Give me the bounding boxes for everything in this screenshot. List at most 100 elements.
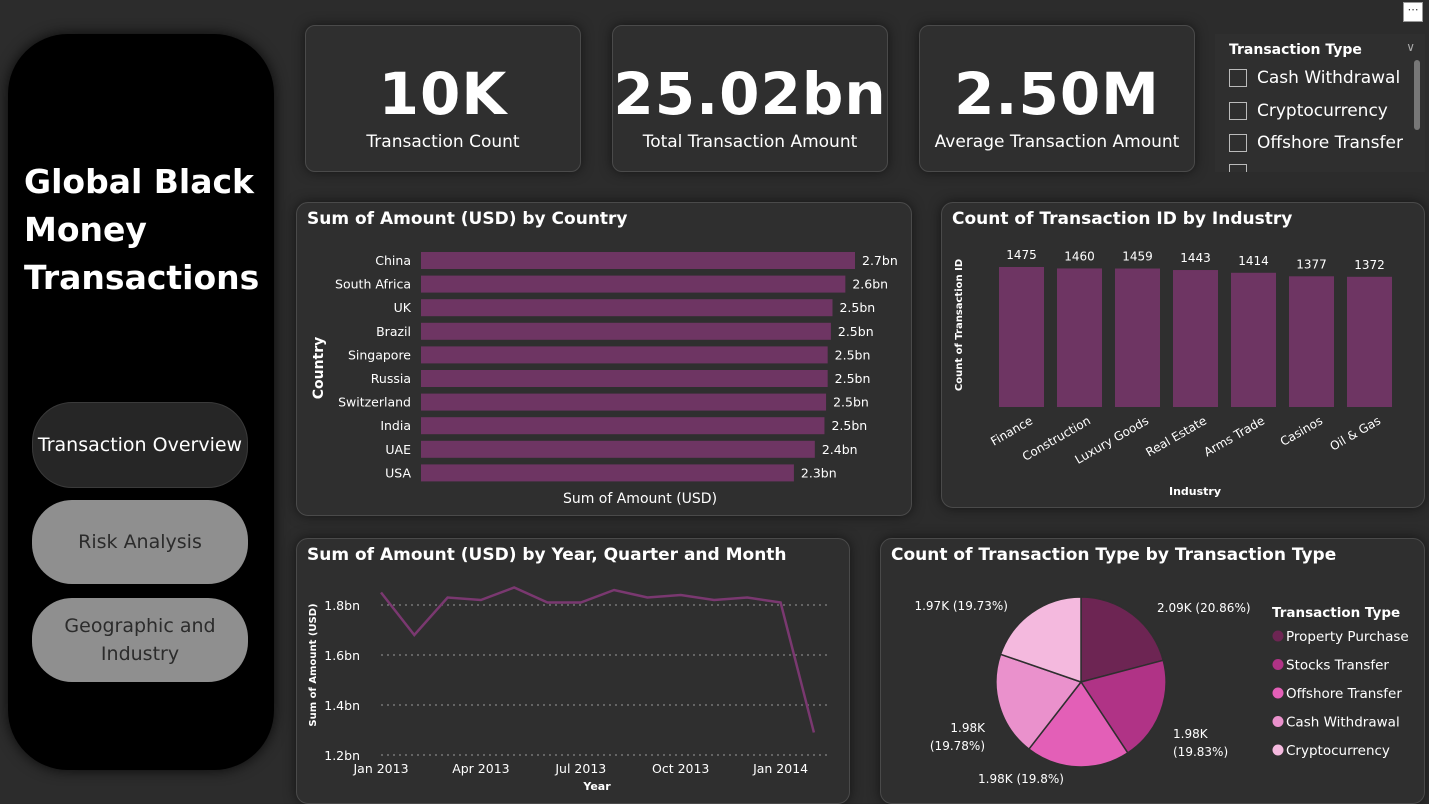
x-tick-label: Real Estate [1143, 413, 1209, 459]
y-tick-label: Singapore [348, 347, 411, 362]
legend-title: Transaction Type [1272, 605, 1400, 621]
country-bar-chart: China 2.7bn South Africa 2.6bn UK 2.5bn Brazil… [311, 252, 898, 507]
bar [999, 267, 1044, 407]
bar [1231, 272, 1276, 407]
bar [421, 252, 855, 269]
sidebar: Global Black Money Transactions Transact… [8, 34, 274, 770]
checkbox[interactable] [1229, 134, 1247, 152]
x-axis-label: Year [582, 780, 611, 793]
data-label: 1475 [1006, 248, 1037, 262]
slicer-item-label: Offshore Transfer [1257, 133, 1403, 153]
data-label: 2.5bn [835, 347, 871, 362]
y-axis-label: Count of Transaction ID [954, 259, 965, 391]
y-tick-label: 1.4bn [324, 698, 360, 713]
industry-column-chart: 1475Finance1460Construction1459Luxury Go… [954, 248, 1392, 498]
checkbox[interactable] [1229, 69, 1247, 87]
transaction-type-pie-chart-panel: Count of Transaction Type by Transaction… [880, 538, 1425, 804]
data-label: 2.4bn [822, 442, 858, 457]
bar [421, 393, 827, 411]
kpi-card-transaction-count: 10K Transaction Count [305, 25, 581, 172]
checkbox[interactable] [1229, 164, 1247, 172]
bar [421, 417, 825, 435]
kpi-value: 2.50M [954, 60, 1160, 128]
y-tick-label: USA [385, 465, 411, 480]
data-label: 1.98K (19.8%) [978, 772, 1064, 786]
bar [421, 370, 828, 387]
data-label: 1.97K (19.73%) [914, 599, 1008, 613]
legend-label: Cash Withdrawal [1286, 715, 1400, 731]
slicer-item-cash-withdrawal[interactable]: Cash Withdrawal [1229, 68, 1400, 88]
legend-label: Cryptocurrency [1286, 743, 1390, 759]
bar [421, 440, 815, 458]
data-label: 2.7bn [862, 253, 898, 268]
kpi-label: Total Transaction Amount [642, 132, 858, 152]
amount-trend-line-chart: 1.2bn1.4bn1.6bn1.8bnJan 2013 Apr 2013 Jul … [308, 586, 827, 793]
slicer-item-label: Cryptocurrency [1257, 101, 1388, 121]
bar [421, 322, 831, 340]
nav-geographic-industry-button[interactable]: Geographic and Industry [32, 598, 248, 682]
data-label: 1377 [1296, 257, 1327, 271]
legend-marker [1272, 687, 1284, 699]
bar [1057, 268, 1102, 407]
data-label: 1414 [1238, 254, 1269, 268]
bar [1289, 276, 1334, 407]
x-tick-label: Casinos [1278, 413, 1325, 448]
data-label: 1.98K [1173, 727, 1209, 741]
more-options-icon[interactable]: ⋯ [1403, 2, 1423, 22]
nav-risk-analysis-button[interactable]: Risk Analysis [32, 500, 248, 584]
y-tick-label: China [375, 253, 411, 268]
country-bar-chart-panel: Sum of Amount (USD) by Country China 2.7b… [296, 202, 912, 516]
x-tick-label: Jan 2013 [352, 761, 408, 776]
x-tick-label: Oil & Gas [1327, 413, 1383, 453]
data-label: 1443 [1180, 251, 1211, 265]
legend-marker [1272, 744, 1284, 756]
dashboard-title: Global Black Money Transactions [24, 162, 260, 297]
y-tick-label: UK [394, 300, 412, 315]
slicer-title: Transaction Type [1229, 42, 1362, 58]
nav-transaction-overview-button[interactable]: Transaction Overview [32, 402, 248, 488]
bar [421, 275, 846, 293]
slicer-item-offshore-transfer[interactable]: Offshore Transfer [1229, 133, 1403, 153]
amount-trend-line-chart-panel: Sum of Amount (USD) by Year, Quarter and… [296, 538, 850, 804]
x-tick-label: Oct 2013 [652, 761, 709, 776]
kpi-label: Average Transaction Amount [934, 132, 1180, 152]
slicer-item-partial[interactable] [1229, 164, 1257, 172]
bar [1173, 270, 1218, 407]
y-axis-label: Country [311, 337, 327, 400]
data-label: 1.98K [950, 721, 986, 735]
y-axis-label: Sum of Amount (USD) [308, 603, 319, 726]
legend-label: Offshore Transfer [1286, 686, 1402, 702]
kpi-value: 10K [378, 60, 508, 128]
x-axis-label: Sum of Amount (USD) [563, 491, 717, 507]
bar [421, 299, 833, 317]
legend-label: Property Purchase [1286, 629, 1409, 645]
transaction-type-slicer: Transaction Type ∨ Cash Withdrawal Crypt… [1215, 34, 1425, 172]
data-label: 2.5bn [831, 418, 867, 433]
bar [1115, 268, 1160, 407]
series-line [380, 586, 816, 733]
chevron-down-icon[interactable]: ∨ [1406, 40, 1415, 54]
y-tick-label: Brazil [376, 324, 411, 339]
slicer-scrollbar[interactable] [1414, 60, 1420, 130]
data-label: 2.5bn [833, 395, 869, 410]
slicer-item-cryptocurrency[interactable]: Cryptocurrency [1229, 101, 1388, 121]
y-tick-label: Switzerland [338, 395, 411, 410]
data-label: 2.6bn [852, 277, 888, 292]
data-label: 1372 [1354, 258, 1385, 272]
transaction-type-pie-chart: 2.09K (20.86%) 1.98K (19.83%) 1.98K (19.8%)… [914, 596, 1409, 786]
data-label: (19.78%) [930, 739, 985, 753]
x-tick-label: Jul 2013 [554, 761, 606, 776]
data-label: 2.5bn [838, 324, 874, 339]
industry-column-chart-panel: Count of Transaction ID by Industry 1475… [941, 202, 1425, 508]
data-label: 1460 [1064, 249, 1095, 263]
legend-marker [1272, 659, 1284, 670]
legend-label: Stocks Transfer [1286, 658, 1389, 674]
y-tick-label: UAE [385, 442, 411, 457]
kpi-value: 25.02bn [613, 60, 887, 128]
bar [421, 346, 828, 364]
slicer-item-label: Cash Withdrawal [1257, 68, 1401, 88]
data-label: 2.5bn [835, 371, 871, 386]
checkbox[interactable] [1229, 102, 1247, 120]
data-label: (19.83%) [1173, 745, 1228, 759]
data-label: 1459 [1122, 250, 1153, 264]
